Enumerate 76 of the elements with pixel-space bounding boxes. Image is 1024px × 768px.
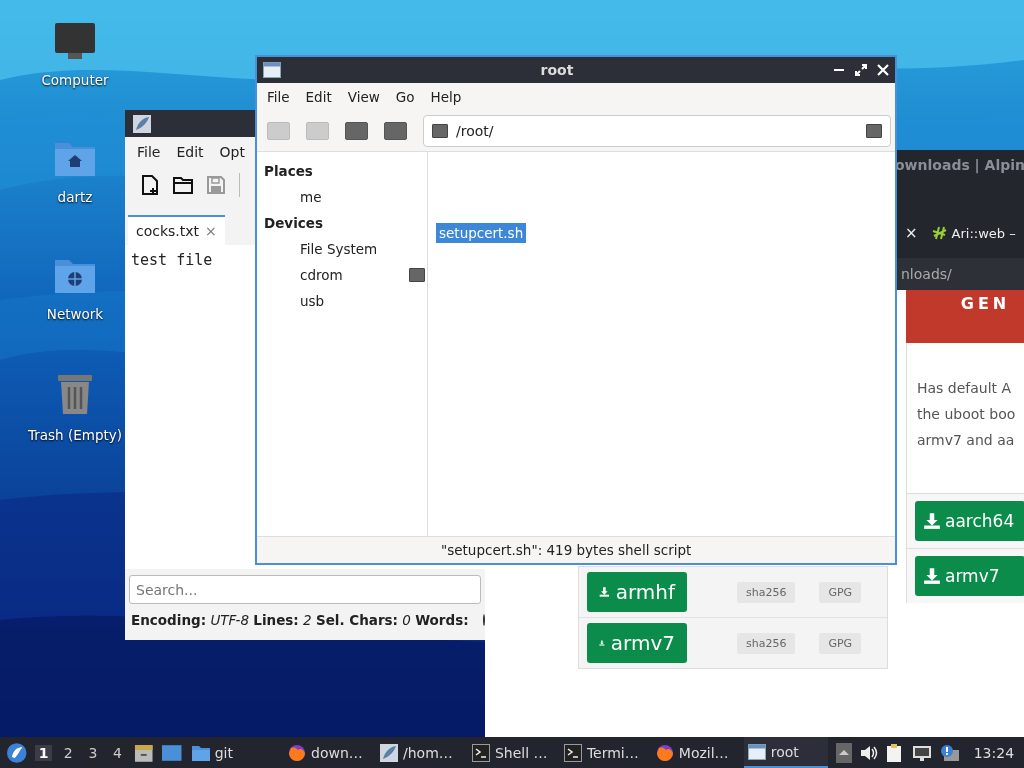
sidebar-heading: Devices [263, 214, 324, 233]
fox-globe-icon [655, 743, 674, 762]
download-icon [923, 567, 941, 585]
workspace-button[interactable]: 3 [84, 744, 102, 761]
folder-icon [190, 743, 211, 762]
terminal-icon [471, 743, 490, 762]
window-icon [747, 743, 766, 760]
window-title: root [539, 62, 575, 78]
tab-close-button[interactable]: × [905, 224, 918, 242]
terminal-icon [563, 743, 582, 762]
workspace-button[interactable]: 4 [109, 744, 126, 761]
sidebar-item[interactable]: usb [300, 293, 325, 309]
menu-item[interactable]: Help [422, 89, 470, 105]
workspace-button[interactable]: 1 [35, 744, 53, 761]
download-icon [599, 584, 610, 600]
task-button[interactable]: /hom… [376, 737, 460, 768]
menu-item[interactable]: View [339, 89, 388, 105]
download-button[interactable]: armhf [587, 572, 687, 612]
workspace-button[interactable]: 2 [60, 744, 77, 761]
start-menu-icon[interactable] [6, 741, 28, 764]
hash-leaf-icon [931, 226, 948, 240]
menu-item[interactable]: Go [387, 89, 423, 105]
browser-title: ownloads | Alpin [895, 157, 1024, 173]
task-button[interactable]: Shell … [467, 737, 552, 768]
sidebar-heading: Places [263, 162, 314, 181]
monitor-icon[interactable] [911, 744, 932, 761]
file-entry[interactable]: setupcert.sh [436, 223, 527, 243]
speaker-icon[interactable] [859, 744, 878, 761]
checksum-button[interactable]: sha256 [737, 581, 796, 603]
menu-item[interactable]: File [259, 89, 298, 105]
maximize-icon[interactable] [855, 64, 867, 76]
monitor-icon[interactable] [54, 22, 96, 60]
desktop-icon[interactable] [161, 743, 183, 762]
banner-text: GEN [960, 294, 1011, 313]
task-button[interactable]: root [743, 737, 828, 768]
document-tab[interactable]: cocks.txt × [128, 215, 225, 245]
quill-icon [133, 114, 151, 133]
browser-tab[interactable]: Ari::web – [931, 225, 1016, 241]
download-icon [923, 512, 941, 530]
close-icon[interactable] [877, 64, 889, 76]
download-button[interactable]: aarch64 [915, 501, 1024, 541]
sidebar-item[interactable]: File System [300, 241, 378, 257]
desktop-icon-label: Computer [41, 72, 109, 88]
sidebar-item[interactable]: me [300, 189, 322, 205]
menu-item[interactable]: Edit [168, 144, 212, 160]
signature-button[interactable]: GPG [819, 581, 862, 603]
desktop-icon-label: Trash (Empty) [27, 427, 122, 443]
alert-icon[interactable] [939, 743, 960, 762]
download-button[interactable]: armv7 [915, 556, 1024, 596]
menu-item[interactable]: File [129, 144, 169, 160]
document-text: test file [131, 251, 213, 269]
desktop-icon-label: Network [46, 306, 104, 322]
menu-item[interactable]: Opt [211, 144, 253, 160]
folder-launcher[interactable]: git [190, 743, 233, 762]
status-text: Encoding: UTF-8 Lines: 2 Sel. Chars: 0 Words: [131, 612, 469, 628]
download-button[interactable]: armv7 [587, 623, 687, 663]
menu-item[interactable]: Edit [297, 89, 340, 105]
window-icon [263, 62, 281, 78]
task-button[interactable]: down… [284, 737, 368, 768]
desktop-icon-label: dartz [57, 189, 93, 205]
status-text: "setupcert.sh": 419 bytes shell script [440, 542, 692, 558]
quill-icon [380, 743, 398, 762]
new-file-icon[interactable] [141, 175, 159, 195]
task-button[interactable]: Mozil… [651, 737, 736, 768]
fox-globe-icon [288, 743, 307, 762]
folder-icon[interactable] [173, 176, 193, 194]
checksum-button[interactable]: sha256 [737, 632, 796, 654]
sidebar-item[interactable]: cdrom [300, 267, 343, 283]
task-button[interactable]: Termi… [559, 737, 644, 768]
signature-button[interactable]: GPG [819, 632, 862, 654]
file-cabinet-icon[interactable] [133, 742, 154, 763]
clipboard-icon[interactable] [885, 742, 904, 763]
clock: 13:24 [973, 744, 1015, 761]
location-field[interactable]: /root/ [423, 115, 891, 147]
search-field[interactable]: Search... [129, 575, 481, 604]
card-text: Has default A the uboot boo armv7 and aa [916, 379, 1017, 450]
